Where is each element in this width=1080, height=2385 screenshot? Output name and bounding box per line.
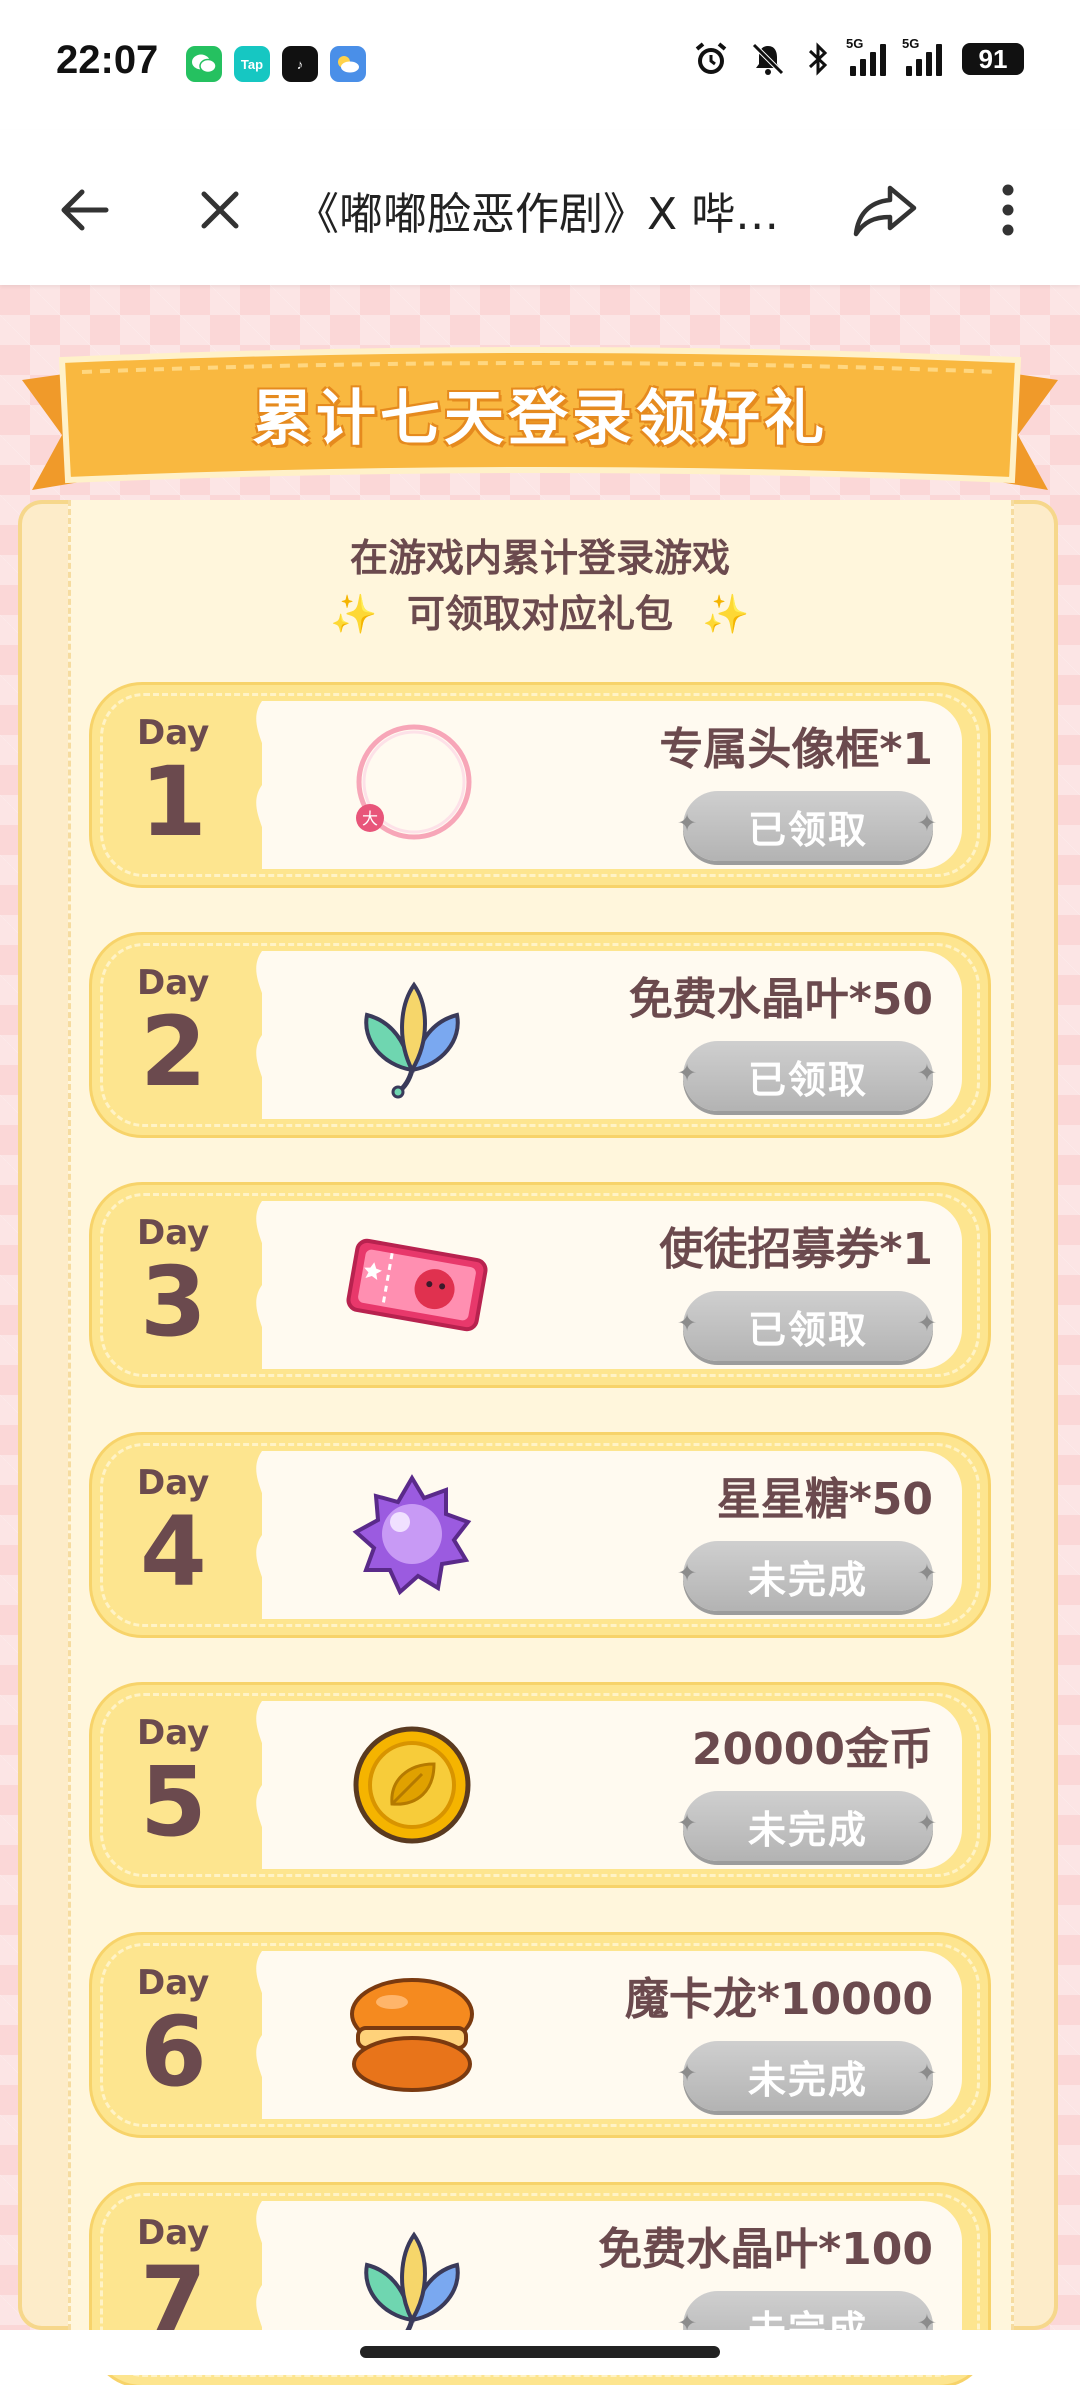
card-wave-divider: [256, 701, 292, 869]
share-icon: [853, 185, 917, 237]
day-card-3: Day3使徒招募券*1已领取: [92, 1185, 988, 1385]
battery-indicator: 91: [962, 43, 1024, 75]
gold-coin-icon: [342, 1720, 482, 1850]
reward-name: 魔卡龙*10000: [624, 1974, 933, 2025]
reward-name: 专属头像框*1: [659, 724, 933, 775]
intro-line-2-text: 可领取对应礼包: [406, 592, 673, 636]
reward-name: 免费水晶叶*100: [598, 2224, 933, 2275]
intro-line-1: 在游戏内累计登录游戏: [349, 536, 730, 580]
day-card-5: Day520000金币未完成: [92, 1685, 988, 1885]
day-number: 6: [140, 1996, 207, 2108]
claim-status-button[interactable]: 已领取: [677, 1041, 939, 1111]
day-number: 4: [140, 1496, 207, 1608]
claim-status-button[interactable]: 未完成: [677, 2041, 939, 2111]
macaron-icon: [342, 1970, 482, 2100]
page-title: 《嘟嘟脸恶作剧》X 哔哩哔哩: [295, 189, 805, 240]
reward-name: 20000金币: [691, 1724, 933, 1775]
gesture-navigation-area: [0, 2330, 1080, 2375]
star-candy-icon: [342, 1470, 482, 1600]
reward-name: 免费水晶叶*50: [628, 974, 933, 1025]
card-wave-divider: [256, 1701, 292, 1869]
notification-app-icons: Tap ♪: [186, 46, 366, 82]
day-number: 2: [140, 996, 207, 1108]
card-wave-divider: [256, 1201, 292, 1369]
weather-icon: [330, 46, 366, 82]
claim-status-button[interactable]: 未完成: [677, 1791, 939, 1861]
claim-status-button[interactable]: 已领取: [677, 1291, 939, 1361]
close-button[interactable]: [180, 170, 260, 250]
tiktok-icon: ♪: [282, 46, 318, 82]
banner-title: 累计七天登录领好礼: [252, 384, 828, 454]
taptap-icon: Tap: [234, 46, 270, 82]
mute-bell-icon: [752, 43, 784, 75]
day-card-6: Day6魔卡龙*10000未完成: [92, 1935, 988, 2135]
claim-status-button[interactable]: 未完成: [677, 1541, 939, 1611]
sparkle-icon: ✨: [702, 592, 750, 636]
day-number: 3: [140, 1246, 207, 1358]
wechat-icon: [186, 46, 222, 82]
reward-name: 使徒招募券*1: [659, 1224, 933, 1275]
intro-text: 在游戏内累计登录游戏 ✨ 可领取对应礼包 ✨: [0, 530, 1080, 642]
more-vertical-icon: [1002, 184, 1014, 236]
status-bar: 22:07 Tap ♪ 5G 5G 91: [0, 0, 1080, 130]
system-icons: 5G 5G 91: [692, 36, 1024, 78]
svg-text:大: 大: [362, 809, 378, 828]
day-card-4: Day4星星糖*50未完成: [92, 1435, 988, 1635]
recruit-ticket-icon: [342, 1220, 488, 1350]
reward-name: 星星糖*50: [716, 1474, 933, 1525]
crystal-leaf-icon: [342, 970, 482, 1100]
more-menu-button[interactable]: [968, 170, 1048, 250]
claim-status-button[interactable]: 已领取: [677, 791, 939, 861]
card-wave-divider: [256, 1951, 292, 2119]
day-number: 5: [140, 1746, 207, 1858]
day-card-2: Day2免费水晶叶*50已领取: [92, 935, 988, 1135]
bluetooth-icon: [808, 42, 828, 76]
day-card-1: Day1大专属头像框*1已领取: [92, 685, 988, 885]
close-icon: [201, 191, 239, 229]
day-number: 1: [140, 746, 207, 858]
back-arrow-icon: [61, 189, 109, 231]
back-button[interactable]: [44, 170, 124, 250]
card-wave-divider: [256, 1451, 292, 1619]
signal-5g-icon: 5G: [902, 36, 942, 76]
browser-title-bar: 《嘟嘟脸恶作剧》X 哔哩哔哩: [0, 130, 1080, 285]
alarm-icon: [695, 42, 727, 74]
sparkle-icon: ✨: [330, 592, 378, 636]
avatar-frame-icon: 大: [342, 720, 482, 850]
signal-5g-icon: 5G: [846, 36, 886, 76]
share-button[interactable]: [845, 170, 925, 250]
clock: 22:07: [56, 38, 159, 82]
intro-line-2: ✨ 可领取对应礼包 ✨: [0, 586, 1080, 642]
home-indicator[interactable]: [360, 2346, 720, 2358]
title-banner: 累计七天登录领好礼: [22, 340, 1058, 500]
card-wave-divider: [256, 951, 292, 1119]
